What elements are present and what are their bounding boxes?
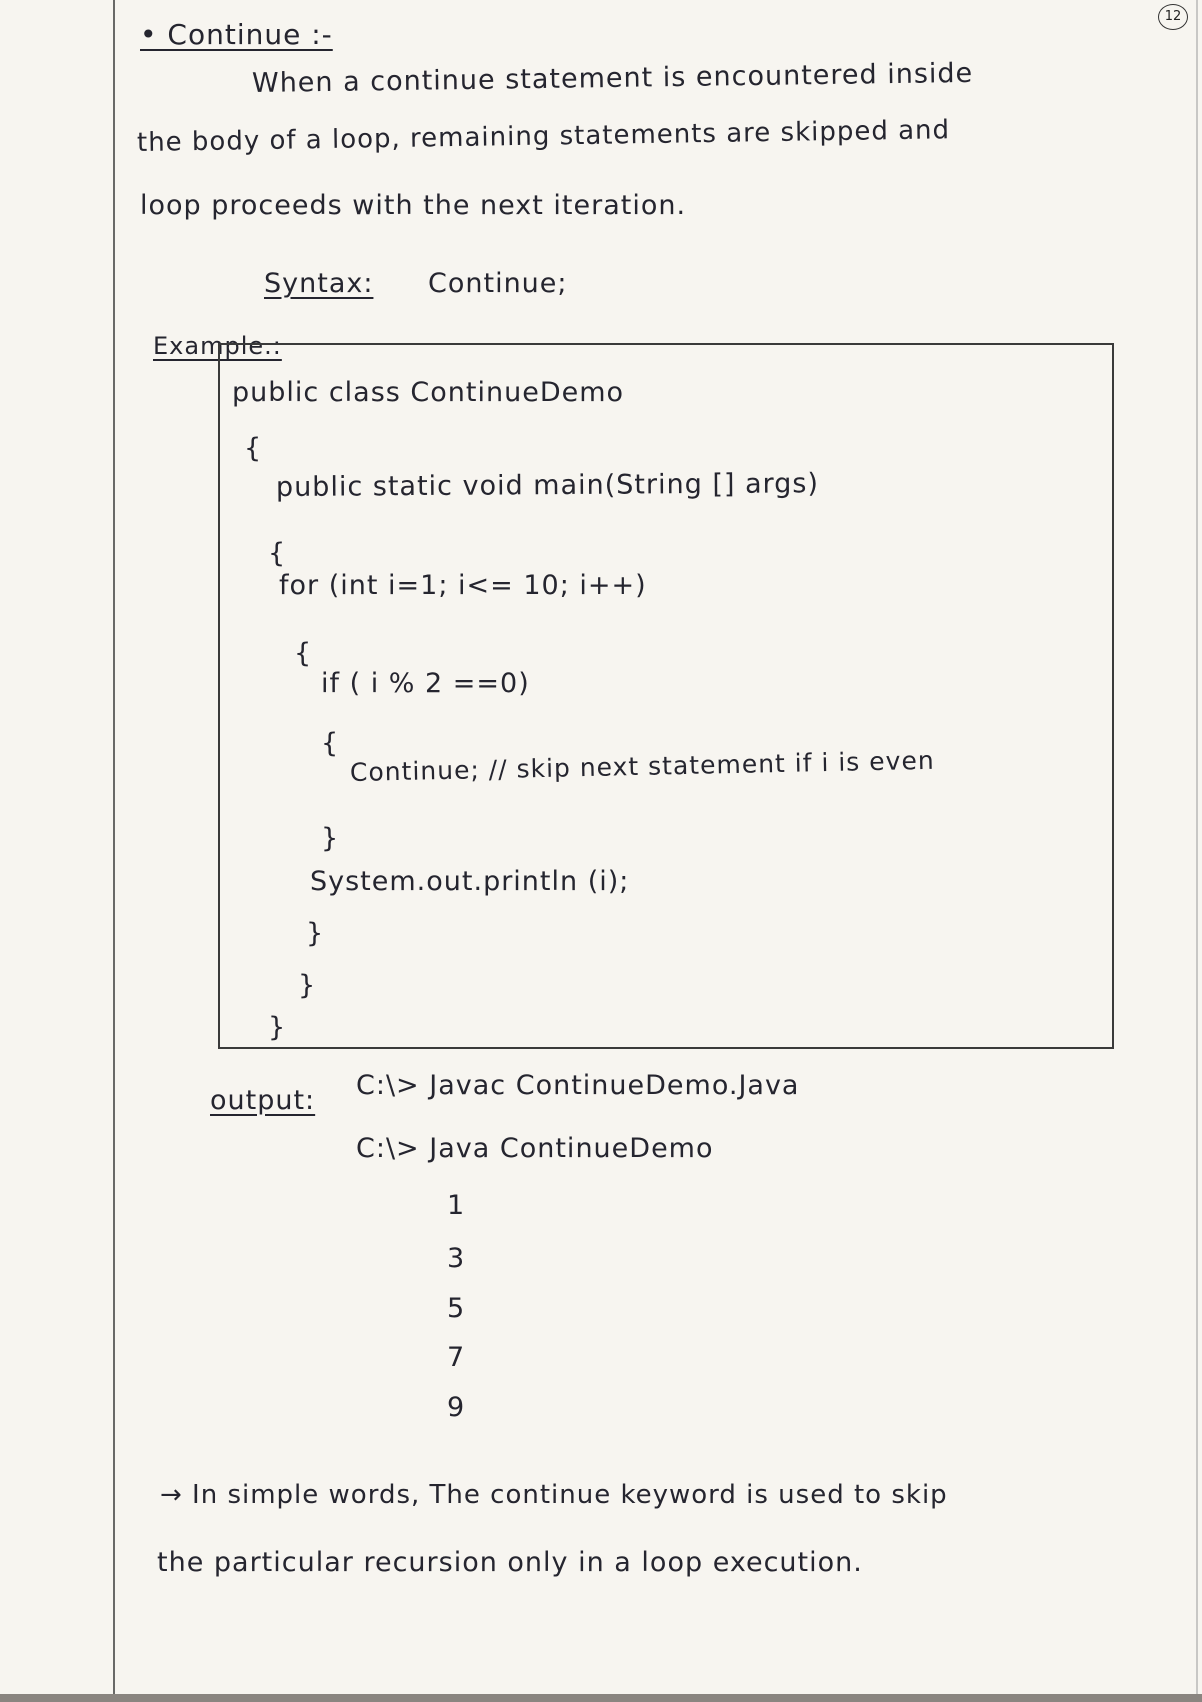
page-edge <box>1196 0 1198 1702</box>
output-value: 9 <box>447 1392 466 1423</box>
code-line: System.out.println (i); <box>310 866 630 897</box>
page-bottom-edge <box>0 1694 1202 1702</box>
syntax-value: Continue; <box>428 268 568 299</box>
code-line: if ( i % 2 ==0) <box>321 668 530 699</box>
syntax-label: Syntax: <box>264 268 374 299</box>
section-heading: • Continue :- <box>140 18 333 51</box>
code-line: } <box>321 823 340 854</box>
summary-line-2: the particular recursion only in a loop … <box>157 1547 863 1578</box>
output-value: 1 <box>447 1190 466 1221</box>
margin-line <box>113 0 115 1702</box>
code-line: public class ContinueDemo <box>232 377 625 408</box>
output-value: 7 <box>447 1342 466 1373</box>
code-line: { <box>294 638 313 669</box>
code-line: } <box>306 918 325 949</box>
definition-line-3: loop proceeds with the next iteration. <box>140 190 687 221</box>
code-line: { <box>268 538 287 569</box>
output-value: 5 <box>447 1293 466 1324</box>
summary-line-1: → In simple words, The continue keyword … <box>160 1480 948 1510</box>
code-line: } <box>298 970 317 1001</box>
definition-line-1: When a continue statement is encountered… <box>251 57 974 99</box>
code-line: public static void main(String [] args) <box>275 468 820 503</box>
output-command: C:\> Java ContinueDemo <box>356 1133 714 1164</box>
code-line: { <box>321 728 340 759</box>
code-line: for (int i=1; i<= 10; i++) <box>279 570 647 601</box>
output-command: C:\> Javac ContinueDemo.Java <box>356 1070 800 1101</box>
page-number: 12 <box>1158 4 1188 30</box>
notebook-page: 12 • Continue :- When a continue stateme… <box>0 0 1202 1702</box>
code-line: { <box>244 433 263 464</box>
definition-line-2: the body of a loop, remaining statements… <box>136 115 951 158</box>
output-value: 3 <box>447 1243 466 1274</box>
output-label: output: <box>210 1085 316 1116</box>
code-line: } <box>268 1012 287 1043</box>
